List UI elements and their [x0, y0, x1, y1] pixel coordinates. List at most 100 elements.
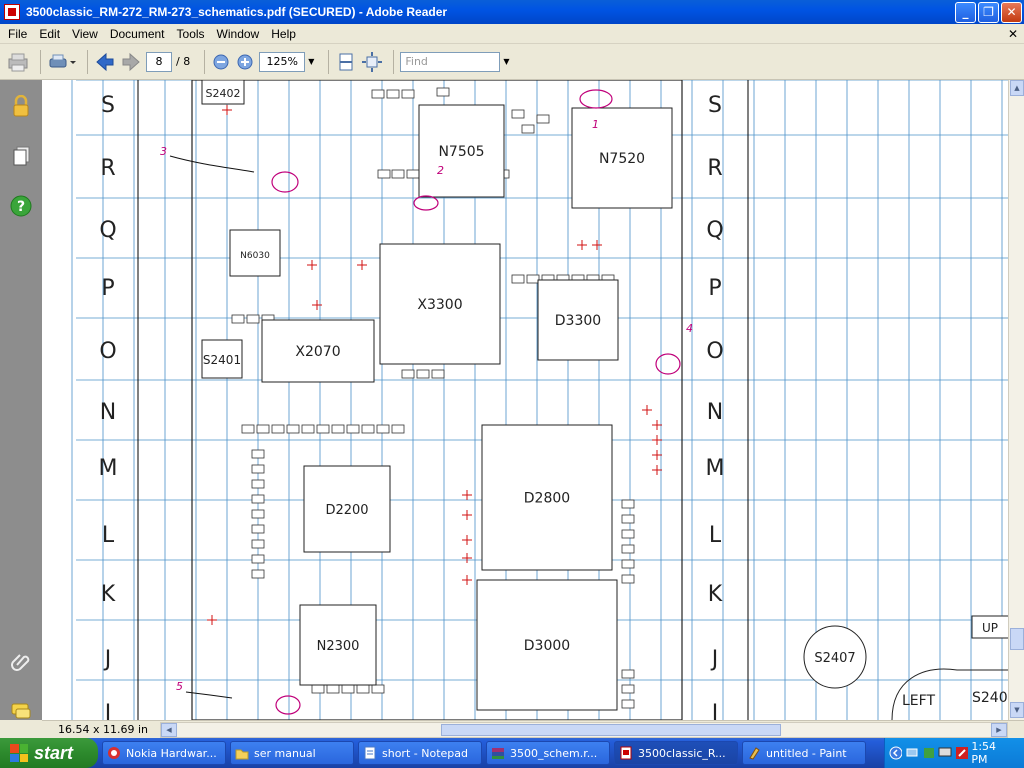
title-bar[interactable]: 3500classic_RM-272_RM-273_schematics.pdf…: [0, 0, 1024, 24]
row-label-right: J: [710, 647, 719, 672]
task-label: 3500classic_R...: [638, 746, 726, 760]
row-label-left: Q: [99, 218, 116, 243]
scroll-left-icon[interactable]: ◀: [161, 722, 177, 737]
security-alert-icon[interactable]: [955, 746, 968, 760]
select-tool-button[interactable]: [47, 49, 77, 75]
arrow-right-icon: [122, 52, 140, 71]
component-footprint: [326, 684, 340, 694]
zoom-in-button[interactable]: [235, 49, 255, 75]
start-button[interactable]: start: [0, 738, 98, 768]
component-footprint: [536, 114, 550, 124]
task-ser-manual[interactable]: ser manual: [230, 741, 354, 765]
component-footprint: [386, 89, 400, 99]
lock-icon[interactable]: [9, 94, 33, 118]
row-label-right: L: [709, 523, 722, 548]
zoom-out-icon: [213, 54, 229, 69]
menu-document[interactable]: Document: [104, 27, 171, 41]
task-paint[interactable]: untitled - Paint: [742, 741, 866, 765]
row-label-right: O: [706, 339, 723, 364]
scroll-up-icon[interactable]: ▲: [1010, 80, 1024, 96]
minimize-button[interactable]: _: [955, 1, 976, 23]
fit-window-icon: [362, 51, 383, 72]
component-footprint: [621, 499, 635, 509]
network-icon[interactable]: [905, 746, 918, 760]
chip-label: N6030: [240, 251, 270, 261]
annotation-marker: 1: [592, 118, 599, 131]
maximize-button[interactable]: ❐: [978, 1, 999, 23]
component-footprint: [431, 369, 445, 379]
scroll-right-icon[interactable]: ▶: [991, 722, 1007, 737]
component-footprint: [401, 89, 415, 99]
component-footprint: [231, 314, 245, 324]
horizontal-scroll-thumb[interactable]: [441, 723, 781, 736]
component-footprint: [251, 494, 265, 504]
component-footprint: [391, 169, 405, 179]
component-footprint: [621, 699, 635, 709]
vertical-scrollbar[interactable]: ▲ ▼: [1008, 80, 1024, 720]
fit-page-button[interactable]: [335, 49, 357, 75]
task-notepad[interactable]: short - Notepad: [358, 741, 482, 765]
annotation-marker: 5: [176, 680, 183, 693]
row-label-left: O: [99, 339, 116, 364]
print-button[interactable]: [6, 49, 30, 75]
toolbar: 8 / 8 125% ▼ Find ▼: [0, 44, 1024, 80]
zoom-level-input[interactable]: 125%: [259, 51, 306, 72]
next-page-button[interactable]: [120, 49, 142, 75]
toolbar-separator: [204, 49, 206, 74]
schematic-page: S S R R Q Q P P O O N N M M L L K K J J I I N7505 N7520 X3300 D33…: [42, 80, 1010, 720]
monitor-icon[interactable]: [938, 746, 952, 760]
row-label-right: M: [706, 456, 725, 481]
row-label-left: J: [103, 647, 112, 672]
component-footprint: [526, 274, 540, 284]
row-label-right: I: [712, 701, 719, 720]
antivirus-icon[interactable]: [922, 746, 935, 760]
task-nokia-hardware[interactable]: Nokia Hardwar...: [102, 741, 226, 765]
component-footprint: [511, 274, 525, 284]
horizontal-scrollbar[interactable]: ◀ ▶: [160, 721, 1008, 738]
menu-window[interactable]: Window: [211, 27, 266, 41]
task-winrar[interactable]: 3500_schem.r...: [486, 741, 610, 765]
document-close-icon[interactable]: ✕: [1008, 27, 1018, 41]
find-dropdown-icon[interactable]: ▼: [503, 57, 509, 66]
help-icon[interactable]: ?: [9, 194, 33, 218]
menu-help[interactable]: Help: [265, 27, 302, 41]
previous-page-button[interactable]: [94, 49, 116, 75]
vertical-scroll-thumb[interactable]: [1010, 628, 1024, 650]
row-label-left: K: [101, 582, 116, 607]
navigation-sidebar: ?: [0, 80, 42, 720]
zoom-dropdown-icon[interactable]: ▼: [308, 57, 314, 66]
menu-tools[interactable]: Tools: [171, 27, 211, 41]
row-label-left: P: [101, 276, 114, 301]
component-footprint: [406, 169, 420, 179]
attachment-icon[interactable]: [9, 650, 33, 674]
component-footprint: [251, 464, 265, 474]
close-button[interactable]: ✕: [1001, 1, 1022, 23]
chip-label: D2200: [325, 503, 368, 518]
chip-label: D3300: [555, 313, 601, 329]
menu-view[interactable]: View: [66, 27, 104, 41]
task-adobe-reader[interactable]: 3500classic_R...: [614, 741, 738, 765]
component-footprint: [401, 369, 415, 379]
component-footprint: [251, 569, 265, 579]
component-footprint: [246, 314, 260, 324]
pages-icon[interactable]: [9, 144, 33, 168]
tray-arrow-icon[interactable]: [889, 746, 903, 760]
menu-file[interactable]: File: [2, 27, 33, 41]
comments-icon[interactable]: [9, 700, 33, 724]
page-number-input[interactable]: 8: [146, 51, 172, 72]
task-label: Nokia Hardwar...: [126, 746, 217, 760]
fit-window-button[interactable]: [361, 49, 383, 75]
component-footprint: [621, 514, 635, 524]
scroll-down-icon[interactable]: ▼: [1010, 702, 1024, 718]
row-label-right: P: [708, 276, 721, 301]
browser-icon: [108, 747, 120, 759]
document-viewport[interactable]: S S R R Q Q P P O O N N M M L L K K J J I I N7505 N7520 X3300 D33…: [42, 80, 1010, 720]
pdf-icon: [620, 746, 632, 760]
component-footprint: [416, 369, 430, 379]
zoom-out-button[interactable]: [211, 49, 231, 75]
find-input[interactable]: Find: [400, 51, 501, 72]
row-label-left: L: [102, 523, 115, 548]
start-label: start: [34, 742, 74, 763]
annotation-marker: 3: [160, 145, 167, 158]
menu-edit[interactable]: Edit: [33, 27, 66, 41]
